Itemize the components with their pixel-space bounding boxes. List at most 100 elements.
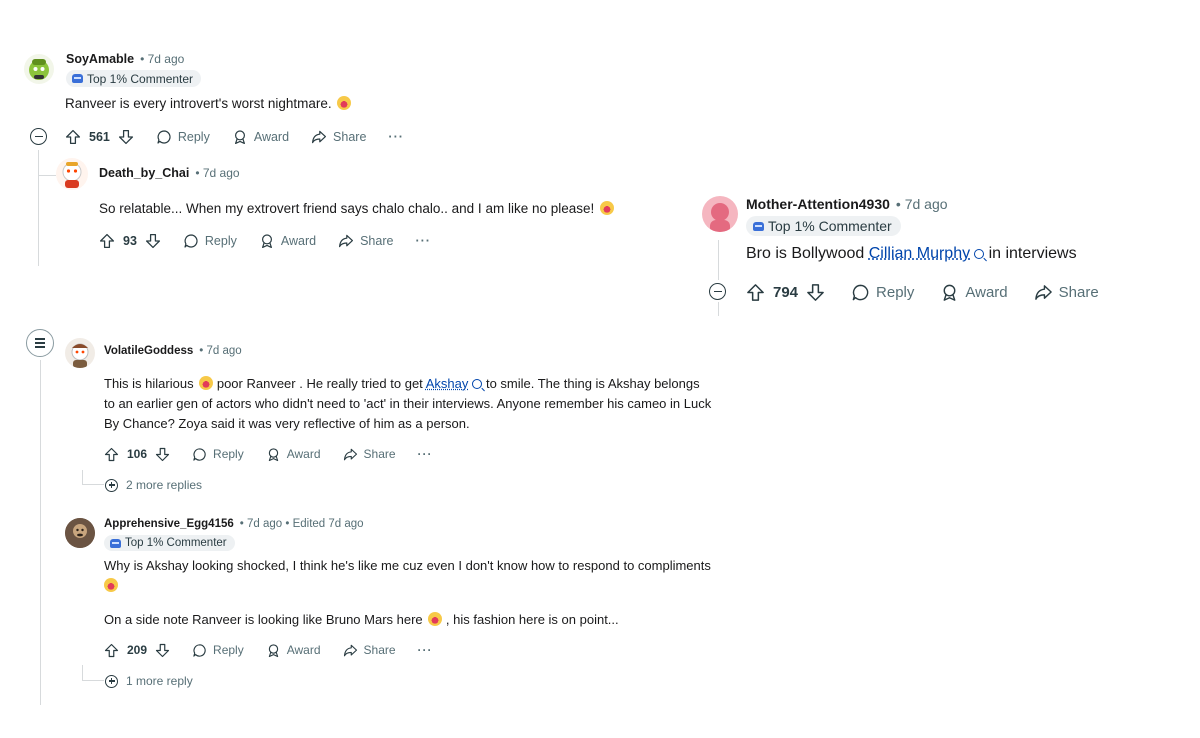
share-label: Share [360,234,394,248]
reply-button[interactable]: Reply [192,447,244,462]
award-ribbon-icon [259,233,275,249]
upvote-arrow-icon[interactable] [104,643,119,658]
search-link[interactable]: Cillian Murphy [869,245,970,262]
upvote-arrow-icon[interactable] [99,233,115,249]
share-button[interactable]: Share [311,129,366,145]
speech-bubble-icon [192,447,207,462]
vote-controls: 209 [104,643,170,658]
vote-controls: 794 [746,283,825,302]
username[interactable]: Apprehensive_Egg4156 [104,518,234,530]
reply-label: Reply [213,447,244,461]
username[interactable]: SoyAmable [66,52,134,66]
share-button[interactable]: Share [343,643,396,658]
comment-actions: 794 Reply Award Share [746,282,1099,302]
comment-text: Why is Akshay looking shocked, I think h… [104,558,711,573]
more-replies-label: 1 more reply [126,674,193,688]
comment-actions: 209 Reply Award Share ··· [104,641,433,659]
reply-button[interactable]: Reply [156,129,210,145]
collapse-thread-button[interactable] [709,283,726,300]
reply-button[interactable]: Reply [851,283,914,302]
award-label: Award [253,130,290,144]
vote-controls: 93 [99,233,161,249]
upvote-arrow-icon[interactable] [104,447,119,462]
avatar[interactable] [65,518,95,548]
speech-bubble-icon [156,129,172,145]
comment-text: By Chance? Zoya said it was very reflect… [104,416,470,431]
comment-header: VolatileGoddess • 7d ago [104,345,242,357]
reply-connector [82,470,83,484]
thread-line [38,150,39,266]
share-button[interactable]: Share [343,447,396,462]
speech-bubble-icon [851,283,870,302]
username[interactable]: Death_by_Chai [99,166,189,180]
upvote-arrow-icon[interactable] [65,129,81,145]
badge-icon [110,538,121,548]
comment-header: Mother-Attention4930 • 7d ago [746,196,948,212]
award-label: Award [965,283,1008,301]
search-icon [974,249,985,259]
username[interactable]: VolatileGoddess [104,345,193,357]
reply-label: Reply [177,130,210,144]
award-button[interactable]: Award [940,283,1008,302]
comment-text: This is hilarious [104,376,194,391]
avatar[interactable] [702,196,738,232]
award-button[interactable]: Award [232,129,289,145]
more-options-button[interactable]: ··· [418,447,433,461]
avatar[interactable] [65,338,95,368]
reply-button[interactable]: Reply [192,643,244,658]
comment-header: Apprehensive_Egg4156 • 7d ago • Edited 7… [104,518,364,530]
comment-text: in interviews [988,245,1077,262]
search-link[interactable]: Akshay [426,376,469,391]
downvote-arrow-icon[interactable] [155,447,170,462]
comment-actions: 93 Reply Award Share ··· [99,232,431,250]
thread-line [718,302,719,316]
avatar[interactable] [56,158,88,190]
badge-label: Top 1% Commenter [125,537,227,549]
collapse-thread-button[interactable] [30,128,47,145]
award-button[interactable]: Award [266,643,321,658]
timestamp: • 7d ago [895,196,948,212]
upvote-arrow-icon[interactable] [746,283,765,302]
downvote-arrow-icon[interactable] [155,643,170,658]
badge-icon [753,221,764,231]
award-button[interactable]: Award [266,447,321,462]
downvote-arrow-icon[interactable] [806,283,825,302]
vote-count: 794 [773,283,799,301]
comment-header: SoyAmable • 7d ago [66,52,184,66]
share-button[interactable]: Share [338,233,393,249]
more-options-button[interactable]: ··· [415,234,431,248]
laughing-emoji-icon [428,612,443,626]
username[interactable]: Mother-Attention4930 [746,196,890,212]
reply-connector [82,665,83,680]
timestamp: • 7d ago • Edited 7d ago [239,518,364,530]
downvote-arrow-icon[interactable] [118,129,134,145]
thread-menu-button[interactable] [26,329,54,357]
downvote-arrow-icon[interactable] [145,233,161,249]
share-arrow-icon [1034,283,1053,302]
avatar[interactable] [24,54,54,84]
more-options-button[interactable]: ··· [388,130,404,144]
timestamp: • 7d ago [195,166,240,180]
reply-connector [38,175,56,176]
laughing-emoji-icon [199,376,214,390]
comment-text: to an earlier gen of actors who didn't n… [104,396,712,411]
share-arrow-icon [343,447,358,462]
vote-controls: 106 [104,447,170,462]
vote-count: 93 [123,234,137,248]
search-icon [472,379,483,389]
reply-button[interactable]: Reply [183,233,237,249]
thread-line [40,360,41,705]
share-button[interactable]: Share [1034,283,1099,302]
comment-body: Ranveer is every introvert's worst night… [65,94,352,114]
more-replies-button[interactable]: 1 more reply [105,674,193,688]
comment-body: So relatable... When my extrovert friend… [99,199,615,219]
share-label: Share [333,130,367,144]
more-options-button[interactable]: ··· [418,643,433,657]
top-commenter-badge: Top 1% Commenter [104,535,235,551]
more-replies-button[interactable]: 2 more replies [105,478,202,492]
comment-text: So relatable... When my extrovert friend… [99,201,595,216]
reply-label: Reply [876,283,915,301]
expand-plus-icon [105,674,118,688]
award-button[interactable]: Award [259,233,316,249]
comment-text: On a side note Ranveer is looking like B… [104,612,423,627]
